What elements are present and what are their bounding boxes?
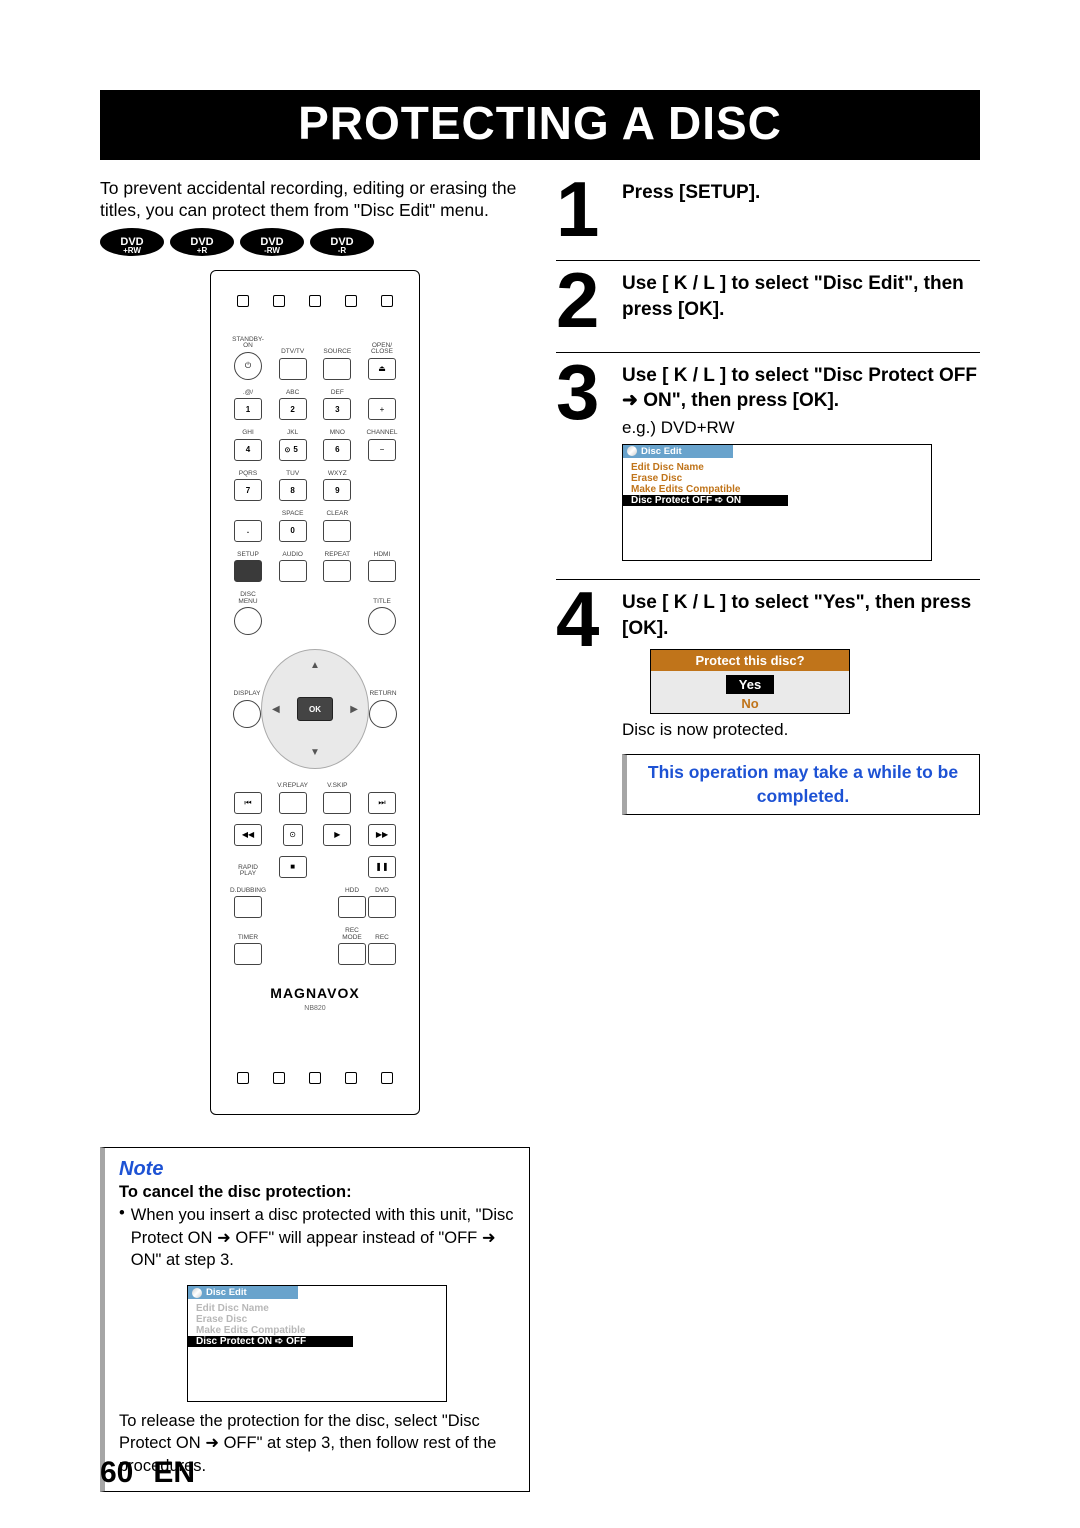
title-button[interactable] <box>368 607 396 635</box>
menu-item-active: Disc Protect OFF ➪ ON <box>623 495 788 506</box>
right-arrow-icon[interactable]: ▶ <box>350 704 358 715</box>
standby-on-button[interactable]: ⏻ <box>234 352 262 380</box>
step-4-text: Use [ K / L ] to select "Yes", then pres… <box>622 590 980 641</box>
step-number: 1 <box>556 176 612 242</box>
pause-button[interactable]: ❚❚ <box>368 856 396 878</box>
step-3: 3 Use [ K / L ] to select "Disc Protect … <box>556 353 980 580</box>
navigation-pad[interactable]: OK ▲ ▼ ◀ ▶ <box>261 649 369 769</box>
dvd-button[interactable] <box>368 896 396 918</box>
ok-button[interactable]: OK <box>297 697 333 721</box>
intro-text: To prevent accidental recording, editing… <box>100 178 520 222</box>
stop-button-small[interactable]: ⊙ <box>283 824 303 846</box>
rec-button[interactable] <box>368 943 396 965</box>
channel-up-button[interactable]: + <box>368 398 396 420</box>
step-number: 4 <box>556 586 612 652</box>
badge-dvd-minus-rw: DVD-RW <box>240 228 304 256</box>
play-button[interactable]: ▶ <box>323 824 351 846</box>
dialog-option-no: No <box>651 694 849 713</box>
num-0[interactable]: 0 <box>279 520 307 542</box>
step-2-text: Use [ K / L ] to select "Disc Edit", the… <box>622 271 980 322</box>
num-2[interactable]: 2 <box>279 398 307 420</box>
step-number: 3 <box>556 359 612 425</box>
page-number: 60 <box>100 1456 133 1490</box>
channel-down-button[interactable]: − <box>368 439 396 461</box>
badge-dvd-plus-rw: DVD+RW <box>100 228 164 256</box>
clear-button[interactable] <box>323 520 351 542</box>
stop-button[interactable]: ■ <box>279 856 307 878</box>
vreplay-button[interactable] <box>279 792 307 814</box>
display-button[interactable] <box>233 700 261 728</box>
step-4: 4 Use [ K / L ] to select "Yes", then pr… <box>556 580 980 834</box>
audio-button[interactable] <box>279 560 307 582</box>
badge-dvd-minus-r: DVD-R <box>310 228 374 256</box>
hdmi-button[interactable] <box>368 560 396 582</box>
dialog-option-yes: Yes <box>726 675 774 694</box>
page-title: PROTECTING A DISC <box>100 90 980 160</box>
rewind-button[interactable]: ◀◀ <box>234 824 262 846</box>
num-6[interactable]: 6 <box>323 439 351 461</box>
timer-button[interactable] <box>234 943 262 965</box>
hdd-button[interactable] <box>338 896 366 918</box>
vskip-button[interactable] <box>323 792 351 814</box>
dialog-title: Protect this disc? <box>651 650 849 671</box>
repeat-button[interactable] <box>323 560 351 582</box>
note-bullet-text: When you insert a disc protected with th… <box>131 1204 515 1271</box>
menu-item-active: Disc Protect ON ➪ OFF <box>188 1336 353 1347</box>
num-7[interactable]: 7 <box>234 479 262 501</box>
bullet-icon: • <box>119 1204 125 1223</box>
open-close-button[interactable]: ⏏ <box>368 358 396 380</box>
brand-logo: MAGNAVOX <box>270 985 359 1001</box>
disc-icon <box>192 1288 202 1298</box>
dot-button[interactable]: . <box>234 520 262 542</box>
note-box: Note To cancel the disc protection: • Wh… <box>100 1147 530 1492</box>
source-button[interactable] <box>323 358 351 380</box>
num-3[interactable]: 3 <box>323 398 351 420</box>
note-title: Note <box>119 1158 515 1181</box>
model-number: NB820 <box>304 1005 325 1012</box>
step-2: 2 Use [ K / L ] to select "Disc Edit", t… <box>556 261 980 352</box>
step-4-result: Disc is now protected. <box>622 720 980 740</box>
note-menu-screenshot: Disc Edit Edit Disc Name Erase Disc Make… <box>187 1285 447 1402</box>
next-skip-button[interactable]: ⏭ <box>368 792 396 814</box>
down-arrow-icon[interactable]: ▼ <box>310 747 320 758</box>
rec-mode-button[interactable] <box>338 943 366 965</box>
setup-button[interactable] <box>234 560 262 582</box>
prev-skip-button[interactable]: ⏮ <box>234 792 262 814</box>
disc-menu-button[interactable] <box>234 607 262 635</box>
badge-dvd-plus-r: DVD+R <box>170 228 234 256</box>
page-footer: 60 EN <box>100 1456 195 1490</box>
protect-dialog: Protect this disc? Yes No <box>650 649 850 714</box>
menu-item: Make Edits Compatible <box>623 484 931 495</box>
dubbing-button[interactable] <box>234 896 262 918</box>
step-3-menu-screenshot: Disc Edit Edit Disc Name Erase Disc Make… <box>622 444 932 561</box>
step-number: 2 <box>556 267 612 333</box>
up-arrow-icon[interactable]: ▲ <box>310 660 320 671</box>
menu-item: Edit Disc Name <box>623 462 931 473</box>
step-3-example: e.g.) DVD+RW <box>622 418 980 438</box>
num-5[interactable]: ⊙5 <box>279 439 307 461</box>
menu-item: Make Edits Compatible <box>188 1325 446 1336</box>
num-8[interactable]: 8 <box>279 479 307 501</box>
menu-item: Erase Disc <box>188 1314 446 1325</box>
menu-item: Edit Disc Name <box>188 1303 446 1314</box>
num-1[interactable]: 1 <box>234 398 262 420</box>
step-1: 1 Press [SETUP]. <box>556 170 980 261</box>
remote-control-diagram: STANDBY-ON⏻ DTV/TV SOURCE OPEN/ CLOSE⏏ .… <box>210 270 420 1116</box>
return-button[interactable] <box>369 700 397 728</box>
step-3-text: Use [ K / L ] to select "Disc Protect OF… <box>622 363 980 414</box>
num-4[interactable]: 4 <box>234 439 262 461</box>
note-subtitle: To cancel the disc protection: <box>119 1183 515 1202</box>
menu-item: Erase Disc <box>623 473 931 484</box>
fast-forward-button[interactable]: ▶▶ <box>368 824 396 846</box>
page-language: EN <box>153 1456 195 1490</box>
num-9[interactable]: 9 <box>323 479 351 501</box>
warning-box: This operation may take a while to be co… <box>622 754 980 815</box>
disc-icon <box>627 446 637 456</box>
step-1-text: Press [SETUP]. <box>622 180 760 206</box>
format-badges: DVD+RW DVD+R DVD-RW DVD-R <box>100 228 530 256</box>
left-arrow-icon[interactable]: ◀ <box>272 704 280 715</box>
dtv-tv-button[interactable] <box>279 358 307 380</box>
